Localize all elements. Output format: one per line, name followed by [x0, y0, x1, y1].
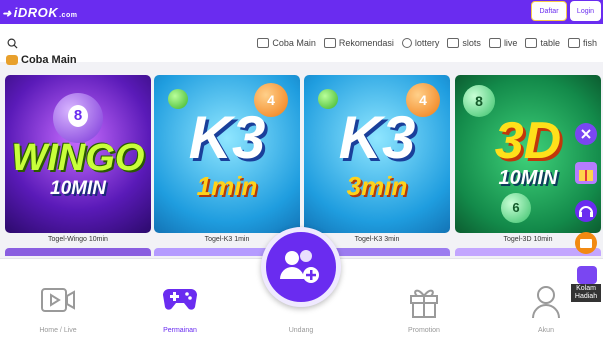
- tab-slots[interactable]: slots: [447, 38, 481, 48]
- fish-icon: [567, 38, 580, 48]
- prize-pool-icon[interactable]: [577, 266, 597, 284]
- gamepad-icon: [163, 289, 197, 310]
- gamepad-icon: [6, 55, 18, 65]
- kolam-hadiah-label[interactable]: Kolam Hadiah: [571, 284, 601, 302]
- gamepad-icon: [257, 38, 270, 48]
- nav-label: Undang: [288, 327, 314, 334]
- game-subtitle: 10MIN: [50, 178, 106, 199]
- ball-icon: 6: [501, 193, 531, 223]
- nav-label: Akun: [538, 327, 554, 334]
- search-icon[interactable]: [7, 38, 18, 49]
- nav-label: Permainan: [163, 327, 197, 334]
- daftar-button[interactable]: Daftar: [531, 1, 567, 21]
- nav-home-live[interactable]: Home / Live: [18, 259, 98, 343]
- undang-center-button[interactable]: [261, 227, 341, 307]
- tab-table[interactable]: table: [525, 38, 560, 48]
- headset-icon: [579, 206, 593, 217]
- game-subtitle: 3min: [346, 171, 408, 201]
- game-card-k3-1min[interactable]: 4 K3 1min: [154, 75, 300, 233]
- game-title: K3: [338, 104, 416, 171]
- game-subtitle: 1min: [196, 171, 258, 201]
- top-bar: ➜ iDROK .com Daftar Login: [0, 0, 603, 24]
- support-float-button[interactable]: [575, 200, 597, 222]
- section-title: Coba Main: [6, 54, 77, 66]
- tab-live[interactable]: live: [488, 38, 517, 48]
- app-page: ➜ iDROK .com Daftar Login Coba Main Reko…: [0, 0, 603, 343]
- nav-label: Promotion: [408, 327, 440, 334]
- nav-permainan[interactable]: Permainan: [140, 259, 220, 343]
- next-row-card[interactable]: [5, 248, 151, 256]
- gift-icon: [410, 289, 438, 318]
- login-button[interactable]: Login: [570, 1, 601, 21]
- close-float-button[interactable]: [575, 123, 597, 145]
- game-card-wingo[interactable]: 8 WINGO 10MIN: [5, 75, 151, 233]
- users-add-icon: [280, 250, 319, 283]
- tab-lottery[interactable]: lottery: [401, 38, 439, 48]
- logo-arrow-icon: ➜: [2, 7, 12, 20]
- user-icon: [532, 286, 560, 319]
- game-card-k3-3min[interactable]: 4 K3 3min: [304, 75, 450, 233]
- slots-icon: [447, 38, 460, 48]
- nav-promotion[interactable]: Promotion: [384, 259, 464, 343]
- game-title: WINGO: [11, 137, 145, 179]
- thumbs-up-icon: [323, 38, 336, 48]
- promo-float-button[interactable]: [575, 162, 597, 184]
- logo-suffix: .com: [59, 11, 78, 19]
- video-icon: [41, 288, 75, 312]
- close-icon: [581, 129, 591, 139]
- category-bar: Coba Main Rekomendasi lottery slots live…: [0, 24, 603, 62]
- category-tabs: Coba Main Rekomendasi lottery slots live…: [257, 38, 597, 48]
- nav-label: Home / Live: [39, 327, 77, 334]
- wallet-icon: [580, 239, 592, 248]
- ball-number: 8: [68, 105, 88, 127]
- tab-rekomendasi[interactable]: Rekomendasi: [323, 38, 394, 48]
- tab-coba-main[interactable]: Coba Main: [257, 38, 316, 48]
- lottery-icon: [401, 38, 412, 48]
- wallet-float-button[interactable]: [575, 232, 597, 254]
- tab-fish[interactable]: fish: [567, 38, 597, 48]
- game-title: K3: [188, 104, 266, 171]
- logo-text: iDROK: [13, 4, 59, 20]
- live-icon: [488, 38, 501, 48]
- game-label: Togel-Wingo 10min: [48, 236, 108, 243]
- table-icon: [525, 38, 538, 48]
- logo[interactable]: ➜ iDROK .com: [2, 5, 77, 20]
- gift-icon: [579, 170, 593, 181]
